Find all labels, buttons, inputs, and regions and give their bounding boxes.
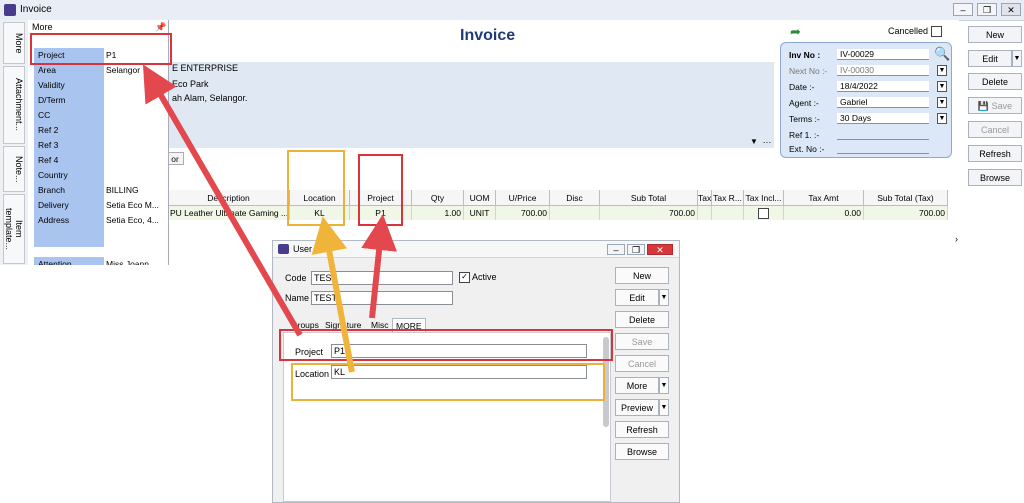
annotation-arrows	[142, 64, 398, 373]
arrow-to-location-column	[311, 216, 355, 373]
arrow-to-project-column	[361, 214, 398, 319]
arrow-to-more-project	[142, 64, 303, 337]
